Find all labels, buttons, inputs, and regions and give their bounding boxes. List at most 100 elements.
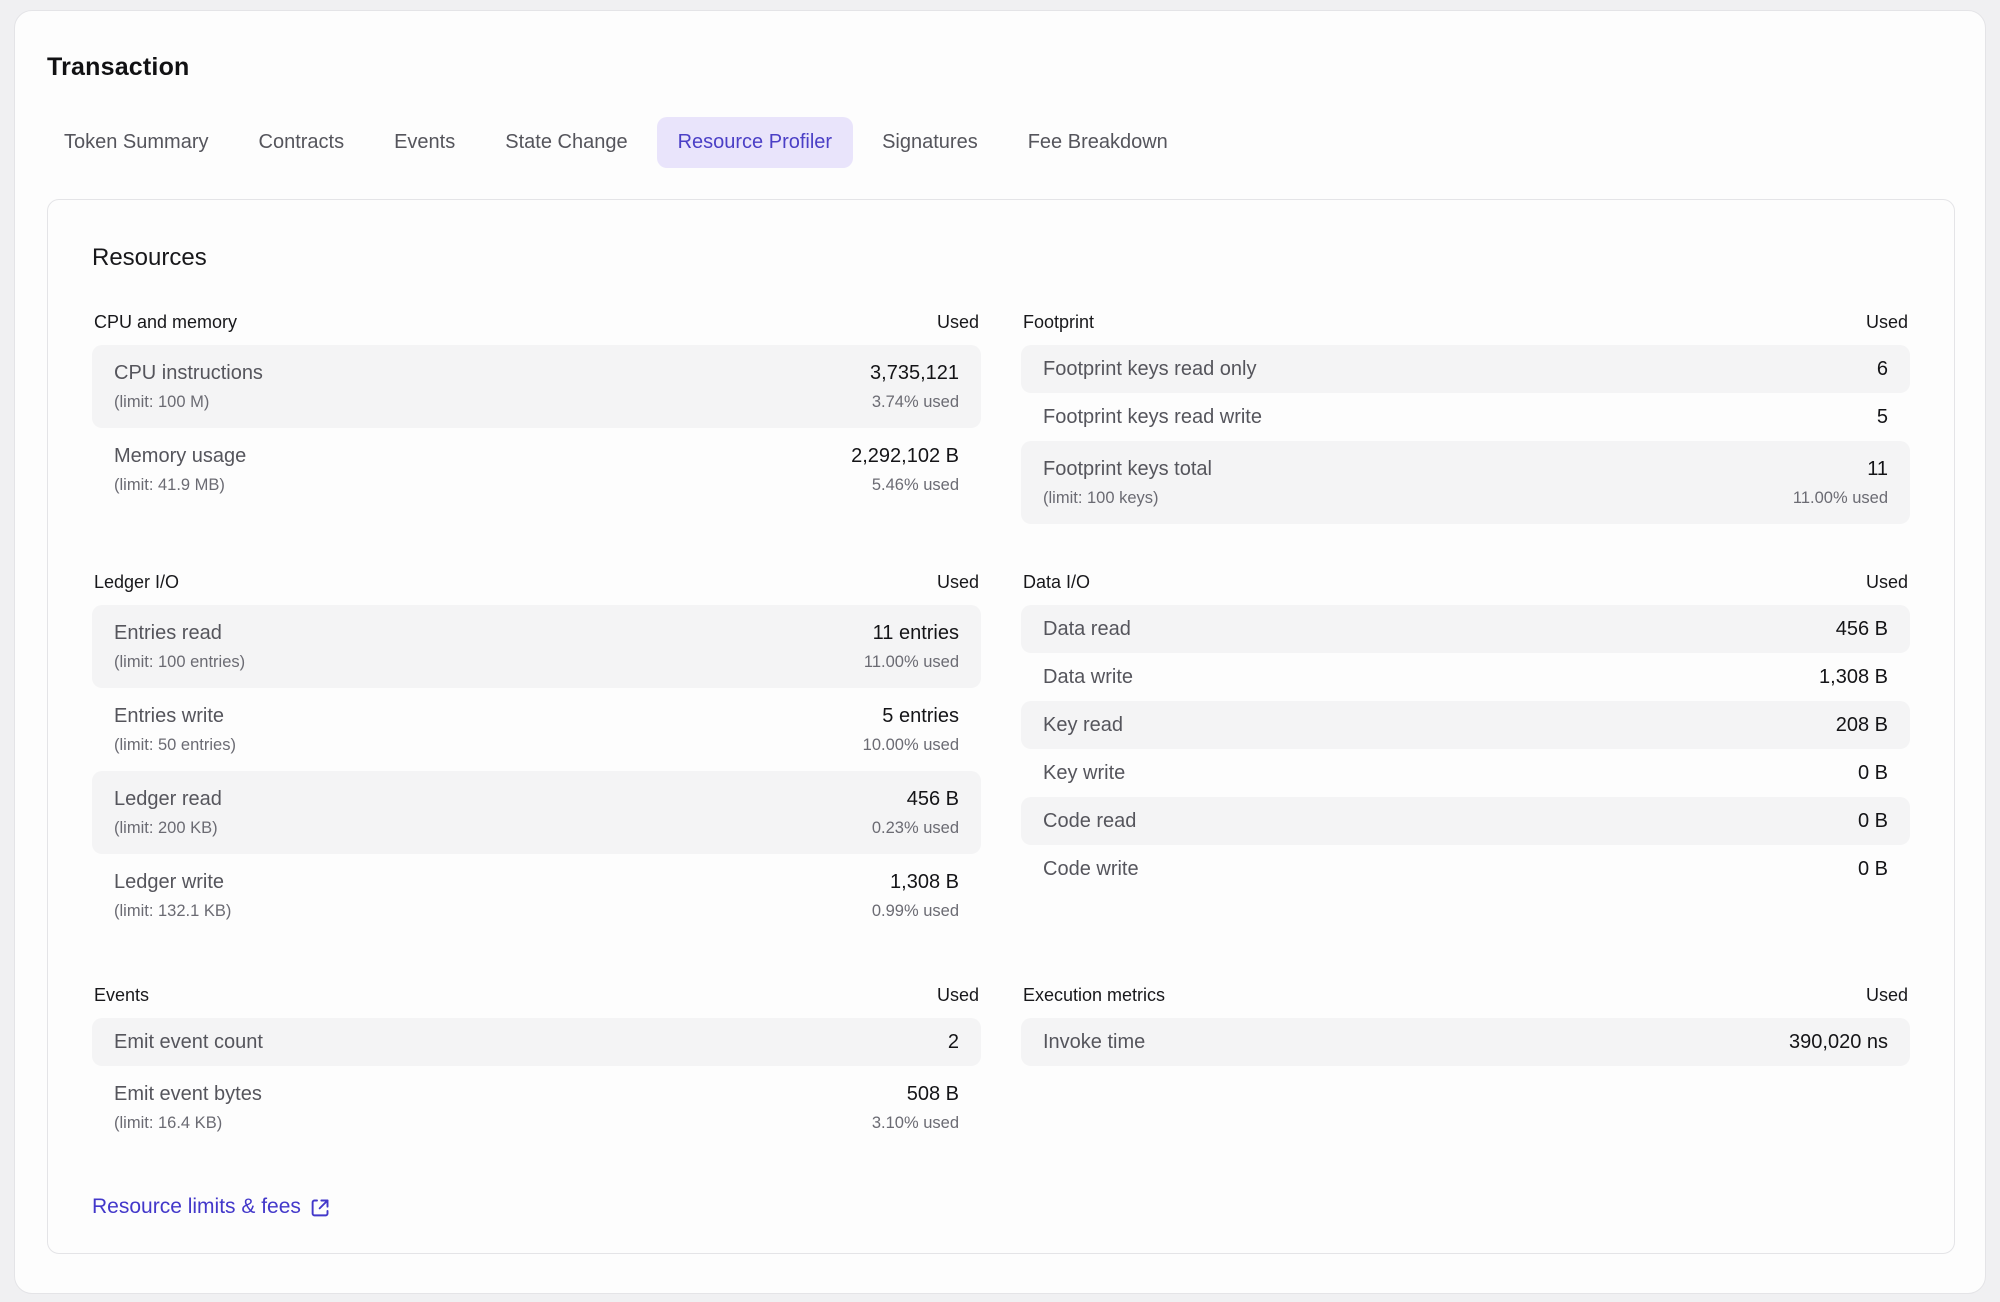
transaction-card: Transaction Token Summary Contracts Even…: [14, 10, 1986, 1294]
tab-state-change[interactable]: State Change: [484, 117, 648, 168]
used-column-label: Used: [1866, 985, 1908, 1006]
row-value: 456 B: [907, 786, 959, 812]
row-emit-event-bytes: Emit event bytes (limit: 16.4 KB) 508 B …: [92, 1066, 981, 1149]
section-header: Execution metrics Used: [1021, 985, 1910, 1018]
row-code-write: Code write 0 B: [1021, 845, 1910, 893]
row-label: Footprint keys read only: [1043, 356, 1256, 382]
row-value: 390,020 ns: [1789, 1029, 1888, 1055]
row-label: Key write: [1043, 760, 1125, 786]
row-value: 0 B: [1858, 760, 1888, 786]
section-header: Footprint Used: [1021, 312, 1910, 345]
row-value: 2: [948, 1029, 959, 1055]
link-label: Resource limits & fees: [92, 1195, 301, 1219]
section-footprint: Footprint Used Footprint keys read only …: [1021, 312, 1910, 524]
tab-fee-breakdown[interactable]: Fee Breakdown: [1007, 117, 1189, 168]
row-limit: (limit: 50 entries): [114, 734, 236, 756]
tab-signatures[interactable]: Signatures: [861, 117, 999, 168]
section-header: Ledger I/O Used: [92, 572, 981, 605]
row-limit: (limit: 100 M): [114, 391, 263, 413]
row-ledger-read: Ledger read (limit: 200 KB) 456 B 0.23% …: [92, 771, 981, 854]
row-label: Entries write: [114, 703, 236, 729]
used-column-label: Used: [937, 312, 979, 333]
section-cpu-and-memory: CPU and memory Used CPU instructions (li…: [92, 312, 981, 524]
row-label: Code write: [1043, 856, 1139, 882]
panel-title: Resources: [92, 244, 1910, 272]
row-footprint-keys-read-only: Footprint keys read only 6: [1021, 345, 1910, 393]
row-limit: (limit: 100 entries): [114, 651, 245, 673]
row-data-read: Data read 456 B: [1021, 605, 1910, 653]
section-rows: Invoke time 390,020 ns: [1021, 1018, 1910, 1066]
tab-bar: Token Summary Contracts Events State Cha…: [43, 117, 1189, 168]
section-title: CPU and memory: [94, 312, 237, 333]
row-value: 0 B: [1858, 808, 1888, 834]
row-label: Ledger read: [114, 786, 222, 812]
row-value: 208 B: [1836, 712, 1888, 738]
row-label: Emit event count: [114, 1029, 263, 1055]
section-title: Ledger I/O: [94, 572, 179, 593]
row-value: 5 entries: [882, 703, 959, 729]
resource-limits-fees-link[interactable]: Resource limits & fees: [92, 1195, 331, 1219]
row-value: 6: [1877, 356, 1888, 382]
row-percent-used: 10.00% used: [863, 734, 959, 756]
resource-sections: CPU and memory Used CPU instructions (li…: [92, 312, 1910, 1149]
row-data-write: Data write 1,308 B: [1021, 653, 1910, 701]
row-label: Entries read: [114, 620, 245, 646]
row-value: 2,292,102 B: [851, 443, 959, 469]
row-label: Data read: [1043, 616, 1131, 642]
row-emit-event-count: Emit event count 2: [92, 1018, 981, 1066]
row-value: 5: [1877, 404, 1888, 430]
row-label: Emit event bytes: [114, 1081, 262, 1107]
used-column-label: Used: [1866, 572, 1908, 593]
section-title: Events: [94, 985, 149, 1006]
row-entries-read: Entries read (limit: 100 entries) 11 ent…: [92, 605, 981, 688]
row-percent-used: 0.23% used: [872, 817, 959, 839]
row-label: Footprint keys read write: [1043, 404, 1262, 430]
section-events: Events Used Emit event count 2 Emit even…: [92, 985, 981, 1149]
row-label: Code read: [1043, 808, 1136, 834]
section-data-io: Data I/O Used Data read 456 B Data write…: [1021, 572, 1910, 937]
section-title: Data I/O: [1023, 572, 1090, 593]
row-cpu-instructions: CPU instructions (limit: 100 M) 3,735,12…: [92, 345, 981, 428]
section-rows: Emit event count 2 Emit event bytes (lim…: [92, 1018, 981, 1149]
row-label: Footprint keys total: [1043, 456, 1212, 482]
row-invoke-time: Invoke time 390,020 ns: [1021, 1018, 1910, 1066]
used-column-label: Used: [937, 572, 979, 593]
section-ledger-io: Ledger I/O Used Entries read (limit: 100…: [92, 572, 981, 937]
section-execution-metrics: Execution metrics Used Invoke time 390,0…: [1021, 985, 1910, 1149]
row-key-write: Key write 0 B: [1021, 749, 1910, 797]
row-value: 11: [1867, 456, 1888, 482]
row-value: 1,308 B: [1819, 664, 1888, 690]
section-header: Data I/O Used: [1021, 572, 1910, 605]
page-title: Transaction: [47, 53, 190, 82]
row-label: Ledger write: [114, 869, 231, 895]
section-header: Events Used: [92, 985, 981, 1018]
row-label: Invoke time: [1043, 1029, 1145, 1055]
row-percent-used: 0.99% used: [872, 900, 959, 922]
row-footprint-keys-read-write: Footprint keys read write 5: [1021, 393, 1910, 441]
section-title: Execution metrics: [1023, 985, 1165, 1006]
row-footprint-keys-total: Footprint keys total (limit: 100 keys) 1…: [1021, 441, 1910, 524]
row-value: 0 B: [1858, 856, 1888, 882]
row-limit: (limit: 132.1 KB): [114, 900, 231, 922]
tab-contracts[interactable]: Contracts: [238, 117, 366, 168]
used-column-label: Used: [1866, 312, 1908, 333]
row-ledger-write: Ledger write (limit: 132.1 KB) 1,308 B 0…: [92, 854, 981, 937]
tab-token-summary[interactable]: Token Summary: [43, 117, 230, 168]
tab-events[interactable]: Events: [373, 117, 476, 168]
external-link-icon: [310, 1197, 331, 1218]
row-limit: (limit: 100 keys): [1043, 487, 1212, 509]
row-key-read: Key read 208 B: [1021, 701, 1910, 749]
row-limit: (limit: 41.9 MB): [114, 474, 246, 496]
row-limit: (limit: 200 KB): [114, 817, 222, 839]
row-percent-used: 5.46% used: [872, 474, 959, 496]
tab-resource-profiler[interactable]: Resource Profiler: [657, 117, 854, 168]
section-rows: Footprint keys read only 6 Footprint key…: [1021, 345, 1910, 524]
row-percent-used: 3.74% used: [872, 391, 959, 413]
row-limit: (limit: 16.4 KB): [114, 1112, 262, 1134]
row-value: 456 B: [1836, 616, 1888, 642]
used-column-label: Used: [937, 985, 979, 1006]
row-percent-used: 11.00% used: [1793, 487, 1888, 509]
section-header: CPU and memory Used: [92, 312, 981, 345]
row-label: CPU instructions: [114, 360, 263, 386]
resources-panel: Resources CPU and memory Used CPU instru…: [47, 199, 1955, 1254]
